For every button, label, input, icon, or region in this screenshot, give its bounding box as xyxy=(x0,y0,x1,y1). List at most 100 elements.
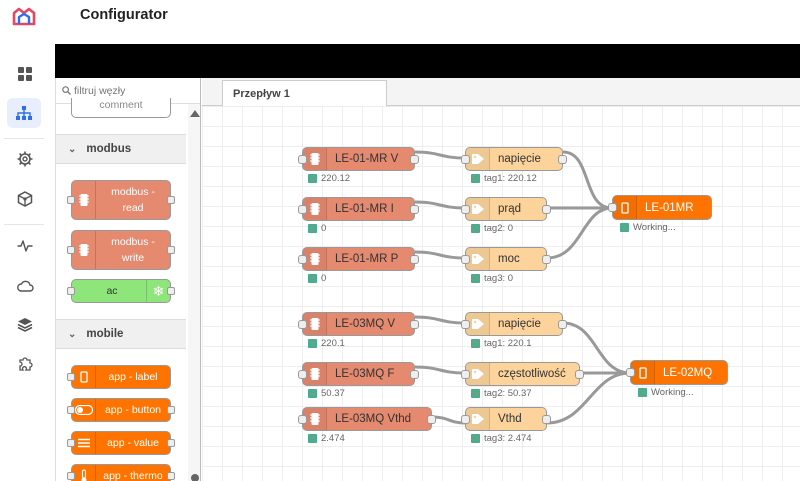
input-port[interactable] xyxy=(298,255,307,264)
output-port xyxy=(167,196,175,204)
category-label: mobile xyxy=(86,328,124,340)
output-port[interactable] xyxy=(410,155,419,164)
output-port[interactable] xyxy=(542,205,551,214)
flow-node-tag[interactable]: częstotliwość xyxy=(461,362,584,386)
output-port[interactable] xyxy=(410,320,419,329)
palette-node-app-thermo[interactable]: app - thermo xyxy=(67,464,175,481)
input-port xyxy=(67,246,75,254)
toggle-icon xyxy=(72,399,96,421)
palette-node-label: comment xyxy=(99,99,143,111)
flow-node-modbus[interactable]: LE-01-MR I xyxy=(298,197,419,221)
input-port[interactable] xyxy=(298,320,307,329)
input-port[interactable] xyxy=(608,203,617,212)
palette-scrollbar[interactable] xyxy=(188,104,200,481)
input-port[interactable] xyxy=(298,155,307,164)
input-port[interactable] xyxy=(461,155,470,164)
node-label: LE-03MQ V xyxy=(335,318,396,330)
wire xyxy=(414,200,466,210)
flow-node-app-label[interactable]: LE-02MQ xyxy=(626,360,728,385)
palette-node-ac[interactable]: ac ❄ xyxy=(67,279,175,303)
flow-node-modbus[interactable]: LE-03MQ Vthd xyxy=(298,407,436,431)
input-port[interactable] xyxy=(461,415,470,424)
flow-node-modbus[interactable]: LE-01-MR P xyxy=(298,247,419,271)
status-dot xyxy=(471,434,480,443)
flow-node-tag[interactable]: prąd xyxy=(461,197,551,221)
input-port[interactable] xyxy=(461,320,470,329)
plugin-icon[interactable] xyxy=(14,353,36,375)
input-port xyxy=(67,373,75,381)
node-label: LE-01-MR V xyxy=(335,153,399,165)
scroll-thumb[interactable] xyxy=(191,474,199,481)
palette-category-mobile[interactable]: ⌄ mobile xyxy=(56,319,186,349)
cube-icon[interactable] xyxy=(14,188,36,210)
input-port xyxy=(67,196,75,204)
input-port[interactable] xyxy=(298,205,307,214)
node-status: 2.474 xyxy=(308,433,345,444)
output-port xyxy=(167,472,175,480)
scroll-up-arrow[interactable] xyxy=(190,110,200,117)
output-port[interactable] xyxy=(542,415,551,424)
node-status: 220.1 xyxy=(308,338,345,349)
flow-workspace[interactable]: LE-01-MR V 220.12 LE-01-MR I 0 LE-01-MR … xyxy=(202,106,800,481)
category-label: modbus xyxy=(86,143,132,155)
node-status: Working... xyxy=(620,222,676,233)
output-port[interactable] xyxy=(542,255,551,264)
node-label: Vthd xyxy=(498,413,522,425)
input-port[interactable] xyxy=(626,368,635,377)
palette-node-label: app - thermo xyxy=(103,470,163,481)
output-port[interactable] xyxy=(410,370,419,379)
layers-icon[interactable] xyxy=(14,313,36,335)
node-label: moc xyxy=(498,253,520,265)
input-port[interactable] xyxy=(461,255,470,264)
output-port[interactable] xyxy=(575,370,584,379)
flow-node-app-label[interactable]: LE-01MR xyxy=(608,195,712,220)
flow-node-modbus[interactable]: LE-03MQ V xyxy=(298,312,419,336)
status-dot xyxy=(308,224,317,233)
flow-node-tag[interactable]: moc xyxy=(461,247,551,271)
input-port[interactable] xyxy=(298,370,307,379)
chip-icon xyxy=(72,231,96,269)
palette-node-app-button[interactable]: app - button xyxy=(67,398,175,422)
flows-icon[interactable] xyxy=(7,98,41,128)
status-text: tag1: 220.12 xyxy=(484,173,537,184)
input-port xyxy=(67,406,75,414)
output-port[interactable] xyxy=(558,320,567,329)
node-status: tag1: 220.1 xyxy=(471,338,532,349)
flow-node-tag[interactable]: Vthd xyxy=(461,407,551,431)
wire xyxy=(414,315,466,325)
chevron-down-icon: ⌄ xyxy=(68,143,77,155)
flow-node-tag[interactable]: napięcie xyxy=(461,312,567,336)
status-dot xyxy=(620,223,629,232)
status-text: 0 xyxy=(321,273,327,284)
input-port[interactable] xyxy=(298,415,307,424)
palette-node-modbus-read[interactable]: modbus - read xyxy=(67,180,175,220)
activity-icon[interactable] xyxy=(14,235,36,257)
palette-node-label: ac xyxy=(106,285,118,297)
cloud-icon[interactable] xyxy=(14,275,36,297)
settings-icon[interactable] xyxy=(14,148,36,170)
filter-nodes-input[interactable] xyxy=(74,84,184,97)
node-palette: comment ⌄ modbus modbus - read modbus - … xyxy=(55,78,201,481)
palette-node-modbus-write[interactable]: modbus - write xyxy=(67,230,175,270)
node-status: tag3: 2.474 xyxy=(471,433,532,444)
flow-node-modbus[interactable]: LE-03MQ F xyxy=(298,362,419,386)
node-status: tag2: 0 xyxy=(471,223,513,234)
output-port[interactable] xyxy=(427,415,436,424)
dashboard-icon[interactable] xyxy=(14,63,36,85)
status-text: tag1: 220.1 xyxy=(484,338,532,349)
palette-category-modbus[interactable]: ⌄ modbus xyxy=(56,134,186,164)
palette-node-app-value[interactable]: app - value xyxy=(67,431,175,455)
node-label: LE-03MQ Vthd xyxy=(335,413,412,425)
output-port[interactable] xyxy=(410,205,419,214)
input-port[interactable] xyxy=(461,205,470,214)
output-port[interactable] xyxy=(558,155,567,164)
status-dot xyxy=(308,174,317,183)
flow-node-tag[interactable]: napięcie xyxy=(461,147,567,171)
tab-flow-1[interactable]: Przepływ 1 xyxy=(222,80,387,107)
input-port[interactable] xyxy=(461,370,470,379)
palette-node-comment[interactable]: comment xyxy=(71,98,171,118)
output-port[interactable] xyxy=(410,255,419,264)
palette-node-app-label[interactable]: app - label xyxy=(67,365,171,389)
flow-node-modbus[interactable]: LE-01-MR V xyxy=(298,147,419,171)
logo-icon[interactable] xyxy=(12,6,36,26)
